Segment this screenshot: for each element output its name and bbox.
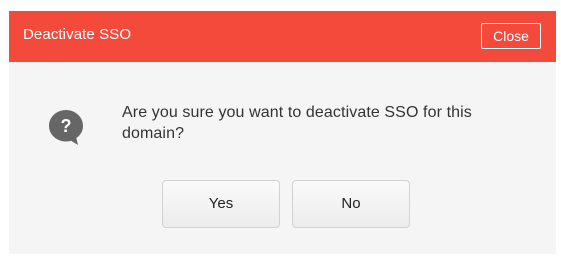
dialog-header: Deactivate SSO Close: [9, 11, 556, 62]
confirmation-message: Are you sure you want to deactivate SSO …: [122, 104, 472, 142]
dialog-title: Deactivate SSO: [23, 26, 132, 43]
svg-text:?: ?: [61, 116, 72, 136]
yes-button[interactable]: Yes: [162, 180, 280, 228]
close-button[interactable]: Close: [481, 23, 541, 49]
deactivate-sso-dialog: Deactivate SSO Close ? Are you sure you …: [9, 11, 556, 254]
question-icon: ?: [49, 110, 83, 145]
no-button[interactable]: No: [292, 180, 410, 228]
